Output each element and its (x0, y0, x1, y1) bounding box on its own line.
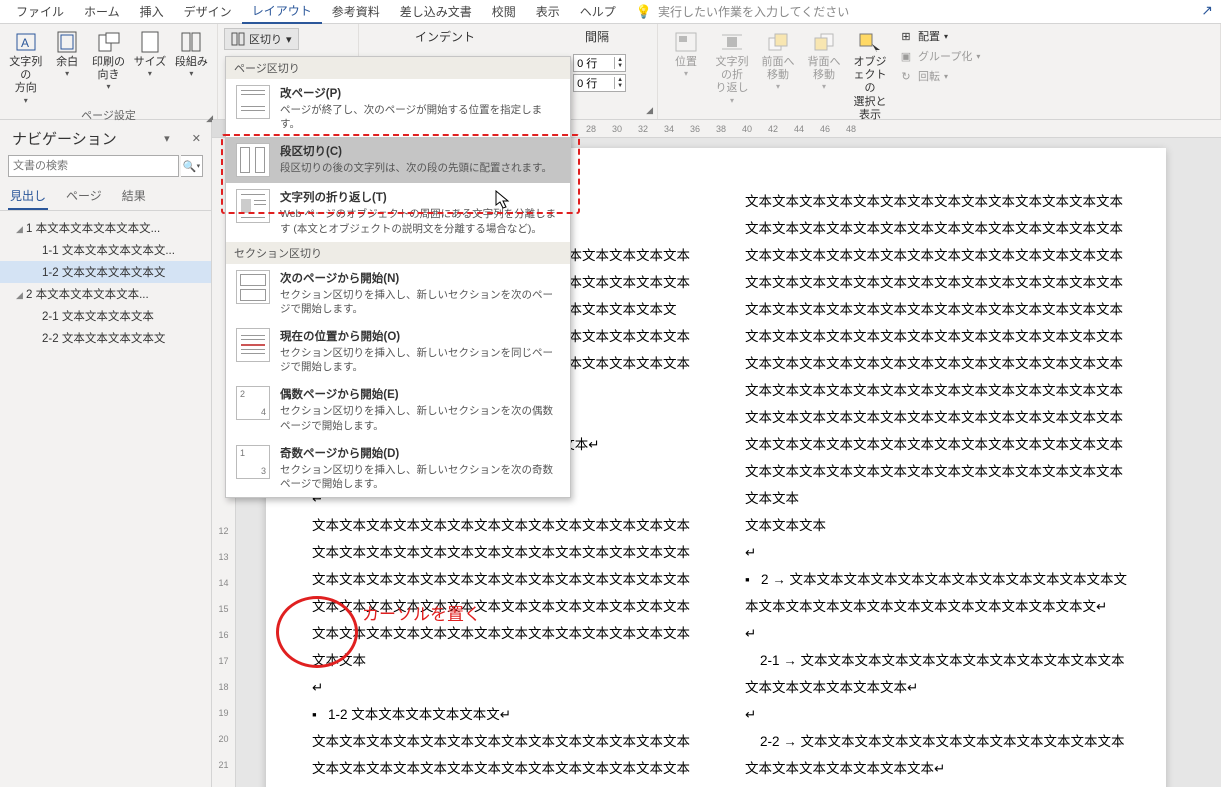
tab-help[interactable]: ヘルプ (570, 0, 626, 23)
next-page-section-icon (236, 270, 270, 304)
break-item-continuous[interactable]: 現在の位置から開始(O)セクション区切りを挿入し、新しいセクションを同じページで… (226, 322, 570, 380)
wrap-icon (718, 30, 746, 54)
size-button[interactable]: サイズ▾ (130, 28, 169, 107)
ribbon: A 文字列の 方向▾ 余白▾ 印刷の 向き▾ サイズ▾ 段組み▾ ページ設定◢ (0, 24, 1221, 120)
orientation-icon (95, 30, 123, 54)
nav-item-selected[interactable]: 1-2 文本文本文本文本文 (0, 261, 211, 283)
tell-me-placeholder: 実行したい作業を入力してください (658, 3, 849, 20)
breaks-section-page: ページ区切り (226, 57, 570, 79)
body-area: ナビゲーション ▾ ✕ 🔍▾ 見出し ページ 結果 ◢1 本文本文本文本文本文.… (0, 120, 1221, 787)
nav-tab-headings[interactable]: 見出し (8, 183, 48, 210)
column-break-icon (236, 143, 270, 177)
nav-item[interactable]: ◢2 本文本文本文本文本... (0, 283, 211, 305)
indent-label: インデント (415, 28, 475, 45)
svg-text:A: A (21, 36, 29, 50)
odd-page-section-icon: 13 (236, 445, 270, 479)
align-icon: ⊞ (898, 28, 914, 44)
group-icon: ▣ (898, 48, 914, 64)
tab-mailings[interactable]: 差し込み文書 (390, 0, 482, 23)
tab-view[interactable]: 表示 (526, 0, 570, 23)
margins-icon (53, 30, 81, 54)
spacing-before-input[interactable]: ▲▼ (573, 54, 626, 72)
nav-headings-list: ◢1 本文本文本文本文本文... 1-1 文本文本文本文本文... 1-2 文本… (0, 211, 211, 355)
spacing-label: 間隔 (585, 28, 609, 45)
breaks-section-section: セクション区切り (226, 242, 570, 264)
selection-pane-button[interactable]: オブジェクトの 選択と表示 (848, 28, 892, 124)
tab-insert[interactable]: 挿入 (130, 0, 174, 23)
send-backward-icon (810, 30, 838, 54)
align-button[interactable]: ⊞配置▾ (898, 28, 980, 44)
orientation-button[interactable]: 印刷の 向き▾ (89, 28, 128, 107)
spacing-after-input[interactable]: ▲▼ (573, 74, 626, 92)
lightbulb-icon: 💡 (636, 4, 652, 20)
selection-icon (856, 30, 884, 54)
chevron-down-icon: ▾ (286, 33, 292, 46)
continuous-section-icon (236, 328, 270, 362)
navigation-pane: ナビゲーション ▾ ✕ 🔍▾ 見出し ページ 結果 ◢1 本文本文本文本文本文.… (0, 120, 212, 787)
wrap-text-button: 文字列の折 り返し▾ (710, 28, 754, 107)
tab-references[interactable]: 参考資料 (322, 0, 390, 23)
dialog-launcher-icon[interactable]: ◢ (646, 105, 653, 116)
menu-bar: ファイル ホーム 挿入 デザイン レイアウト 参考資料 差し込み文書 校閲 表示… (0, 0, 1221, 24)
tab-design[interactable]: デザイン (174, 0, 242, 23)
text-direction-button[interactable]: A 文字列の 方向▾ (6, 28, 45, 107)
breaks-dropdown: ページ区切り 改ページ(P)ページが終了し、次のページが開始する位置を指定します… (225, 56, 571, 498)
rotate-icon: ↻ (898, 68, 914, 84)
tab-file[interactable]: ファイル (6, 0, 74, 23)
tab-review[interactable]: 校閲 (482, 0, 526, 23)
share-icon[interactable]: ↗ (1201, 2, 1213, 19)
search-icon: 🔍 (183, 160, 197, 173)
tab-layout[interactable]: レイアウト (242, 0, 322, 24)
break-item-next-page[interactable]: 次のページから開始(N)セクション区切りを挿入し、新しいセクションを次のページで… (226, 264, 570, 322)
group-page-setup: A 文字列の 方向▾ 余白▾ 印刷の 向き▾ サイズ▾ 段組み▾ ページ設定◢ (0, 24, 218, 119)
position-button: 位置▾ (664, 28, 708, 81)
nav-tab-results[interactable]: 結果 (120, 183, 148, 210)
break-item-even-page[interactable]: 24 偶数ページから開始(E)セクション区切りを挿入し、新しいセクションを次の偶… (226, 380, 570, 438)
size-icon (136, 30, 164, 54)
nav-search-button[interactable]: 🔍▾ (181, 155, 203, 177)
text-wrap-break-icon (236, 189, 270, 223)
break-item-text-wrapping[interactable]: 文字列の折り返し(T)Web ページのオブジェクトの周囲にある文字列を分離します… (226, 183, 570, 241)
tab-home[interactable]: ホーム (74, 0, 130, 23)
group-arrange: 位置▾ 文字列の折 り返し▾ 前面へ 移動▾ 背面へ 移動▾ オブジェクトの 選… (658, 24, 1221, 119)
nav-title: ナビゲーション (12, 128, 117, 149)
breaks-button[interactable]: 区切り ▾ (224, 28, 299, 50)
page-break-icon (236, 85, 270, 119)
group-label-page-setup: ページ設定◢ (6, 107, 211, 125)
nav-close-icon[interactable]: ✕ (192, 132, 201, 145)
break-item-odd-page[interactable]: 13 奇数ページから開始(D)セクション区切りを挿入し、新しいセクションを次の奇… (226, 439, 570, 497)
rotate-button: ↻回転▾ (898, 68, 980, 84)
breaks-icon (231, 32, 245, 46)
text-direction-icon: A (12, 30, 40, 54)
break-item-page[interactable]: 改ページ(P)ページが終了し、次のページが開始する位置を指定します。 (226, 79, 570, 137)
nav-item[interactable]: ◢1 本文本文本文本文本文... (0, 217, 211, 239)
nav-tab-pages[interactable]: ページ (64, 183, 104, 210)
bring-forward-button: 前面へ 移動▾ (756, 28, 800, 94)
even-page-section-icon: 24 (236, 386, 270, 420)
nav-item[interactable]: 2-1 文本文本文本文本 (0, 305, 211, 327)
position-icon (672, 30, 700, 54)
send-backward-button: 背面へ 移動▾ (802, 28, 846, 94)
nav-dropdown-icon[interactable]: ▾ (164, 132, 170, 145)
columns-icon (177, 30, 205, 54)
nav-search-input[interactable] (8, 155, 179, 177)
tell-me-search[interactable]: 💡 実行したい作業を入力してください (636, 3, 849, 20)
break-item-column[interactable]: 段区切り(C)段区切りの後の文字列は、次の段の先頭に配置されます。 (226, 137, 570, 183)
nav-item[interactable]: 2-2 文本文本文本文本文 (0, 327, 211, 349)
columns-button[interactable]: 段組み▾ (172, 28, 211, 107)
margins-button[interactable]: 余白▾ (47, 28, 86, 107)
bring-forward-icon (764, 30, 792, 54)
group-button: ▣グループ化▾ (898, 48, 980, 64)
nav-item[interactable]: 1-1 文本文本文本文本文... (0, 239, 211, 261)
